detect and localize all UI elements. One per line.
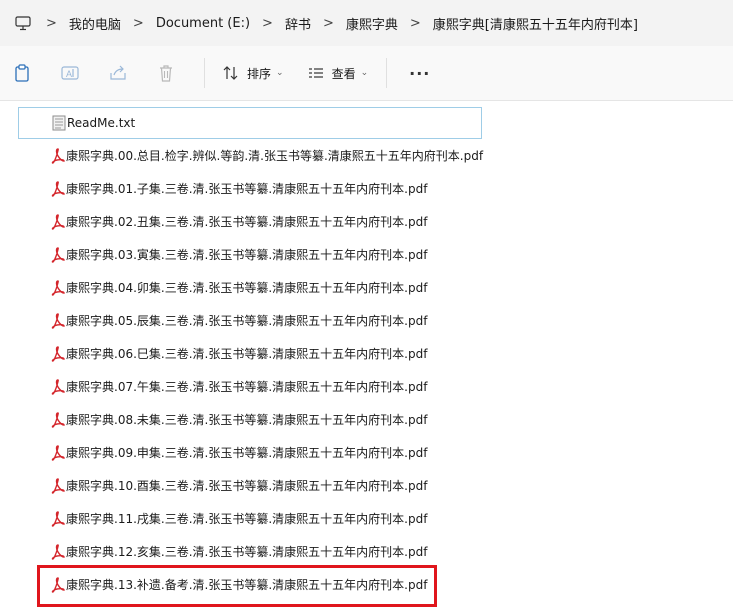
pdf-file-icon xyxy=(51,213,65,230)
file-item-pdf[interactable]: 康熙字典.03.寅集.三卷.清.张玉书等纂.清康熙五十五年内府刊本.pdf xyxy=(18,238,733,271)
file-name: 康熙字典.10.酉集.三卷.清.张玉书等纂.清康熙五十五年内府刊本.pdf xyxy=(66,479,428,493)
computer-icon[interactable] xyxy=(14,14,32,32)
delete-icon xyxy=(160,64,172,82)
breadcrumb-dictionaries[interactable]: 辞书 xyxy=(285,14,311,33)
toolbar-divider xyxy=(386,58,388,88)
file-name: 康熙字典.07.午集.三卷.清.张玉书等纂.清康熙五十五年内府刊本.pdf xyxy=(66,380,428,394)
address-bar[interactable]: > 我的电脑 > Document (E:) > 辞书 > 康熙字典 > 康熙字… xyxy=(0,0,733,46)
delete-button[interactable] xyxy=(156,63,176,83)
file-item-pdf-highlighted[interactable]: 康熙字典.13.补遗.备考.清.张玉书等纂.清康熙五十五年内府刊本.pdf xyxy=(18,568,733,601)
list-view-icon xyxy=(308,67,324,79)
file-name: 康熙字典.13.补遗.备考.清.张玉书等纂.清康熙五十五年内府刊本.pdf xyxy=(66,578,428,592)
breadcrumb-my-computer[interactable]: 我的电脑 xyxy=(69,14,121,33)
toolbar-divider xyxy=(204,58,205,88)
pdf-file-icon xyxy=(51,444,65,461)
breadcrumb-separator[interactable]: > xyxy=(133,16,144,31)
file-item-pdf[interactable]: 康熙字典.00.总目.检字.辨似.等韵.清.张玉书等纂.清康熙五十五年内府刊本.… xyxy=(18,139,733,172)
breadcrumb-separator[interactable]: > xyxy=(410,16,421,31)
pdf-file-icon xyxy=(51,312,65,329)
file-name: 康熙字典.01.子集.三卷.清.张玉书等纂.清康熙五十五年内府刊本.pdf xyxy=(66,182,428,196)
file-explorer-window: > 我的电脑 > Document (E:) > 辞书 > 康熙字典 > 康熙字… xyxy=(0,0,733,615)
file-name: 康熙字典.05.辰集.三卷.清.张玉书等纂.清康熙五十五年内府刊本.pdf xyxy=(66,314,428,328)
file-item-pdf[interactable]: 康熙字典.01.子集.三卷.清.张玉书等纂.清康熙五十五年内府刊本.pdf xyxy=(18,172,733,205)
rename-icon: A xyxy=(61,66,79,80)
file-item-pdf[interactable]: 康熙字典.04.卯集.三卷.清.张玉书等纂.清康熙五十五年内府刊本.pdf xyxy=(18,271,733,304)
breadcrumb-separator[interactable]: > xyxy=(323,16,334,31)
paste-button[interactable] xyxy=(12,63,32,83)
file-item-pdf[interactable]: 康熙字典.10.酉集.三卷.清.张玉书等纂.清康熙五十五年内府刊本.pdf xyxy=(18,469,733,502)
pdf-file-icon xyxy=(51,477,65,494)
share-button[interactable] xyxy=(108,63,128,83)
view-label: 查看 xyxy=(331,66,356,81)
clipboard-icon xyxy=(15,64,29,82)
pdf-file-icon xyxy=(51,576,65,593)
file-name: 康熙字典.12.亥集.三卷.清.张玉书等纂.清康熙五十五年内府刊本.pdf xyxy=(66,545,428,559)
svg-text:A: A xyxy=(66,69,72,79)
file-name: ReadMe.txt xyxy=(67,116,136,130)
file-item-pdf[interactable]: 康熙字典.02.丑集.三卷.清.张玉书等纂.清康熙五十五年内府刊本.pdf xyxy=(18,205,733,238)
breadcrumb-current-folder[interactable]: 康熙字典[清康熙五十五年内府刊本] xyxy=(433,14,638,33)
file-name: 康熙字典.11.戌集.三卷.清.张玉书等纂.清康熙五十五年内府刊本.pdf xyxy=(66,512,428,526)
rename-button[interactable]: A xyxy=(60,63,80,83)
sort-icon xyxy=(223,66,239,80)
file-item-pdf[interactable]: 康熙字典.07.午集.三卷.清.张玉书等纂.清康熙五十五年内府刊本.pdf xyxy=(18,370,733,403)
share-icon xyxy=(110,65,126,80)
sort-button[interactable]: 排序 ⌄ xyxy=(217,59,290,87)
file-item-pdf[interactable]: 康熙字典.05.辰集.三卷.清.张玉书等纂.清康熙五十五年内府刊本.pdf xyxy=(18,304,733,337)
file-item-pdf[interactable]: 康熙字典.08.未集.三卷.清.张玉书等纂.清康熙五十五年内府刊本.pdf xyxy=(18,403,733,436)
chevron-down-icon: ⌄ xyxy=(276,68,284,78)
pdf-file-icon xyxy=(51,279,65,296)
breadcrumb-drive[interactable]: Document (E:) xyxy=(156,16,250,31)
pdf-file-icon xyxy=(51,510,65,527)
pdf-file-icon xyxy=(51,147,65,164)
pdf-file-icon xyxy=(51,543,65,560)
file-name: 康熙字典.03.寅集.三卷.清.张玉书等纂.清康熙五十五年内府刊本.pdf xyxy=(66,248,428,262)
file-item-pdf[interactable]: 康熙字典.06.巳集.三卷.清.张玉书等纂.清康熙五十五年内府刊本.pdf xyxy=(18,337,733,370)
file-name: 康熙字典.08.未集.三卷.清.张玉书等纂.清康熙五十五年内府刊本.pdf xyxy=(66,413,428,427)
command-bar: A 排序 ⌄ 查看 ⌄ ··· xyxy=(0,46,733,101)
file-name: 康熙字典.04.卯集.三卷.清.张玉书等纂.清康熙五十五年内府刊本.pdf xyxy=(66,281,428,295)
file-item-pdf[interactable]: 康熙字典.11.戌集.三卷.清.张玉书等纂.清康熙五十五年内府刊本.pdf xyxy=(18,502,733,535)
file-item-readme[interactable]: ReadMe.txt xyxy=(18,107,482,139)
pdf-file-icon xyxy=(51,411,65,428)
pdf-file-icon xyxy=(51,246,65,263)
pdf-file-icon xyxy=(51,180,65,197)
text-file-icon xyxy=(52,115,66,131)
file-list: ReadMe.txt 康熙字典.00.总目.检字.辨似.等韵.清.张玉书等纂.清… xyxy=(18,107,733,601)
more-options-button[interactable]: ··· xyxy=(401,64,438,83)
breadcrumb-separator[interactable]: > xyxy=(46,16,57,31)
file-item-pdf[interactable]: 康熙字典.12.亥集.三卷.清.张玉书等纂.清康熙五十五年内府刊本.pdf xyxy=(18,535,733,568)
file-name: 康熙字典.09.申集.三卷.清.张玉书等纂.清康熙五十五年内府刊本.pdf xyxy=(66,446,428,460)
pdf-file-icon xyxy=(51,345,65,362)
file-item-pdf[interactable]: 康熙字典.09.申集.三卷.清.张玉书等纂.清康熙五十五年内府刊本.pdf xyxy=(18,436,733,469)
file-name: 康熙字典.02.丑集.三卷.清.张玉书等纂.清康熙五十五年内府刊本.pdf xyxy=(66,215,428,229)
file-name: 康熙字典.06.巳集.三卷.清.张玉书等纂.清康熙五十五年内府刊本.pdf xyxy=(66,347,428,361)
file-name: 康熙字典.00.总目.检字.辨似.等韵.清.张玉书等纂.清康熙五十五年内府刊本.… xyxy=(66,149,484,163)
breadcrumb-separator[interactable]: > xyxy=(262,16,273,31)
chevron-down-icon: ⌄ xyxy=(360,68,369,78)
breadcrumb-kangxi[interactable]: 康熙字典 xyxy=(346,14,398,33)
pdf-file-icon xyxy=(51,378,65,395)
sort-label: 排序 xyxy=(247,66,272,81)
view-button[interactable]: 查看 ⌄ xyxy=(302,59,375,87)
